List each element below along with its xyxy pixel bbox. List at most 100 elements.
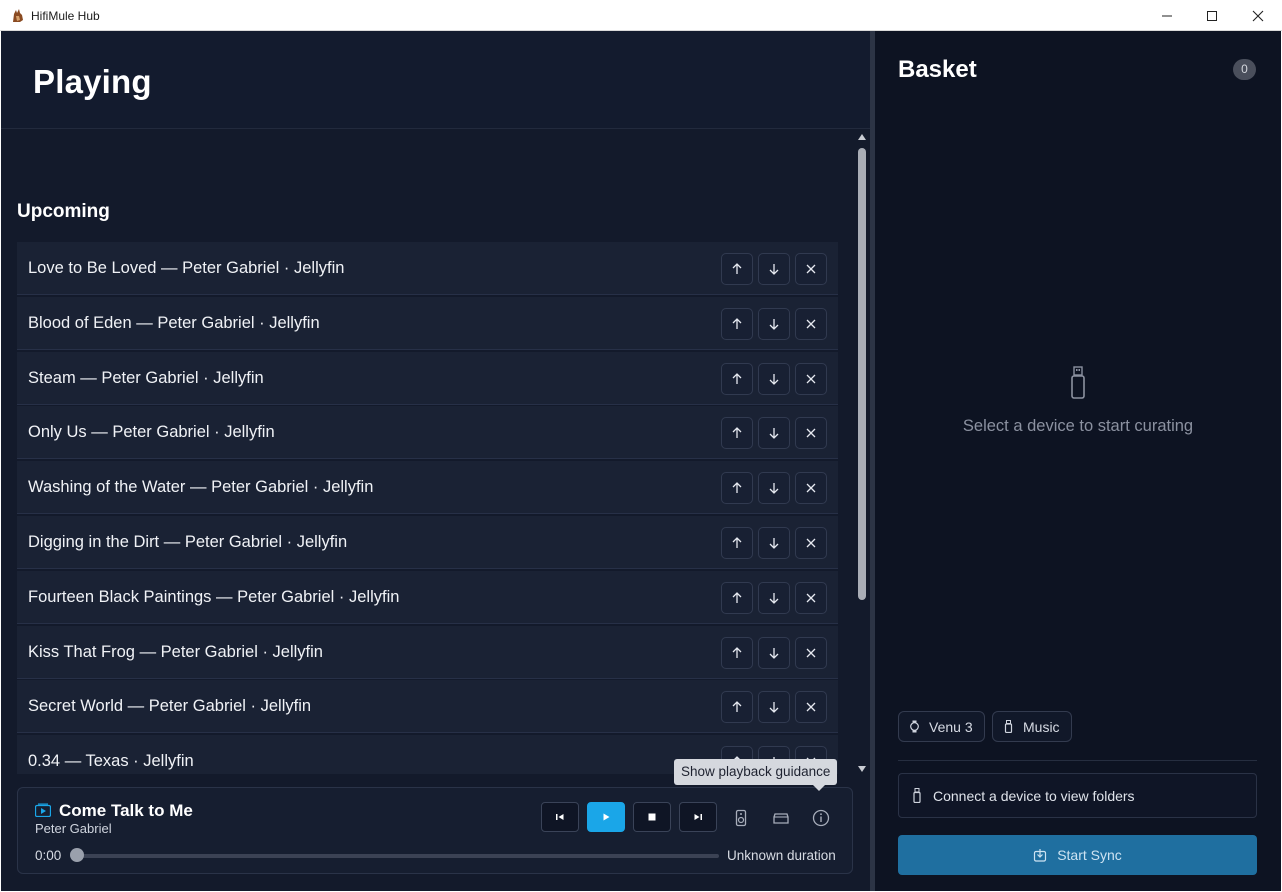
remove-button[interactable] — [795, 637, 827, 669]
move-up-button[interactable] — [721, 582, 753, 614]
queue-row[interactable]: Love to Be Loved — Peter Gabriel · Jelly… — [17, 242, 838, 295]
queue-row[interactable]: Secret World — Peter Gabriel · Jellyfin — [17, 680, 838, 733]
arrow-down-icon — [769, 319, 779, 330]
previous-button[interactable] — [541, 802, 579, 832]
seek-track[interactable] — [76, 854, 719, 858]
move-up-button[interactable] — [721, 637, 753, 669]
close-icon — [806, 702, 816, 712]
move-down-button[interactable] — [758, 637, 790, 669]
close-icon — [806, 319, 816, 329]
close-icon — [806, 483, 816, 493]
start-sync-button[interactable]: Start Sync — [898, 835, 1257, 875]
move-down-button[interactable] — [758, 691, 790, 723]
remove-button[interactable] — [795, 417, 827, 449]
usb-drive-icon — [1004, 720, 1013, 733]
playing-panel: Playing Upcoming Love to Be Loved — Pete… — [1, 31, 870, 891]
queue-scrollbar[interactable] — [855, 131, 869, 774]
queue-row[interactable]: Steam — Peter Gabriel · Jellyfin — [17, 352, 838, 405]
folders-placeholder: Connect a device to view folders — [898, 773, 1257, 818]
queue-row[interactable]: Fourteen Black Paintings — Peter Gabriel… — [17, 571, 838, 624]
remove-button[interactable] — [795, 582, 827, 614]
window-title: HifiMule Hub — [31, 9, 100, 23]
remove-button[interactable] — [795, 308, 827, 340]
move-down-button[interactable] — [758, 308, 790, 340]
move-down-button[interactable] — [758, 527, 790, 559]
remove-button[interactable] — [795, 472, 827, 504]
move-up-button[interactable] — [721, 363, 753, 395]
basket-panel: Basket 0 Select a device to start curati… — [875, 31, 1281, 891]
device-chip-label: Music — [1023, 718, 1060, 735]
seek-knob[interactable] — [70, 848, 84, 862]
queue-row[interactable]: Blood of Eden — Peter Gabriel · Jellyfin — [17, 297, 838, 350]
remove-button[interactable] — [795, 253, 827, 285]
device-chip-music[interactable]: Music — [992, 711, 1072, 742]
arrow-up-icon — [732, 427, 742, 438]
arrow-up-icon — [732, 537, 742, 548]
maximize-button[interactable] — [1189, 0, 1235, 31]
sync-download-icon — [1034, 849, 1047, 862]
playback-guidance-button[interactable] — [811, 808, 831, 828]
close-icon — [1252, 10, 1264, 21]
now-playing-icon — [35, 803, 51, 817]
move-up-button[interactable] — [721, 472, 753, 504]
move-down-button[interactable] — [758, 253, 790, 285]
play-button[interactable] — [587, 802, 625, 832]
remove-button[interactable] — [795, 363, 827, 395]
next-button[interactable] — [679, 802, 717, 832]
queue-row[interactable]: Washing of the Water — Peter Gabriel · J… — [17, 461, 838, 514]
upcoming-heading: Upcoming — [17, 201, 110, 222]
stop-button[interactable] — [633, 802, 671, 832]
playing-header: Playing — [1, 31, 870, 129]
queue-track-label: 0.34 — Texas · Jellyfin — [28, 752, 194, 770]
page-title: Playing — [33, 63, 152, 100]
move-down-button[interactable] — [758, 472, 790, 504]
queue-track-label: Washing of the Water — Peter Gabriel · J… — [28, 478, 374, 496]
arrow-up-icon — [732, 701, 742, 712]
minimize-button[interactable] — [1144, 0, 1190, 31]
minimize-icon — [1162, 15, 1172, 16]
tooltip: Show playback guidance — [674, 759, 838, 785]
elapsed-time: 0:00 — [35, 848, 62, 863]
remove-button[interactable] — [795, 691, 827, 723]
move-up-button[interactable] — [721, 308, 753, 340]
arrow-up-icon — [732, 318, 742, 329]
queue-track-label: Blood of Eden — Peter Gabriel · Jellyfin — [28, 314, 320, 332]
queue-row[interactable]: Only Us — Peter Gabriel · Jellyfin — [17, 406, 838, 459]
move-down-button[interactable] — [758, 582, 790, 614]
now-playing-bar: Come Talk to Me Peter Gabriel 0:00 Unkno… — [17, 787, 853, 874]
scroll-thumb[interactable] — [858, 148, 866, 600]
scroll-up-arrow-icon[interactable] — [858, 134, 866, 140]
queue-track-label: Only Us — Peter Gabriel · Jellyfin — [28, 423, 275, 441]
arrow-down-icon — [769, 593, 779, 604]
queue-track-label: Secret World — Peter Gabriel · Jellyfin — [28, 697, 312, 715]
usb-drive-icon — [1071, 366, 1085, 399]
window-titlebar: HifiMule Hub — [0, 0, 1282, 31]
start-sync-label: Start Sync — [1057, 847, 1122, 863]
queue-track-label: Love to Be Loved — Peter Gabriel · Jelly… — [28, 259, 345, 277]
speaker-button[interactable] — [731, 808, 751, 828]
close-window-button[interactable] — [1235, 0, 1281, 31]
info-icon — [812, 809, 830, 827]
tooltip-arrow — [813, 785, 825, 791]
move-up-button[interactable] — [721, 253, 753, 285]
queue-row[interactable]: Kiss That Frog — Peter Gabriel · Jellyfi… — [17, 626, 838, 679]
move-up-button[interactable] — [721, 417, 753, 449]
move-up-button[interactable] — [721, 691, 753, 723]
now-playing-title: Come Talk to Me — [59, 801, 193, 820]
move-down-button[interactable] — [758, 417, 790, 449]
skip-forward-icon — [694, 814, 702, 820]
scroll-down-arrow-icon[interactable] — [858, 766, 866, 772]
device-chip-venu-3[interactable]: Venu 3 — [898, 711, 985, 742]
move-down-button[interactable] — [758, 363, 790, 395]
close-icon — [806, 538, 816, 548]
move-up-button[interactable] — [721, 527, 753, 559]
app-logo-icon — [13, 9, 23, 22]
output-device-button[interactable] — [771, 808, 791, 828]
arrow-up-icon — [732, 263, 742, 274]
queue-row[interactable]: Digging in the Dirt — Peter Gabriel · Je… — [17, 516, 838, 569]
arrow-down-icon — [769, 538, 779, 549]
maximize-icon — [1207, 10, 1217, 21]
watch-icon — [910, 720, 919, 733]
arrow-down-icon — [769, 702, 779, 713]
remove-button[interactable] — [795, 527, 827, 559]
